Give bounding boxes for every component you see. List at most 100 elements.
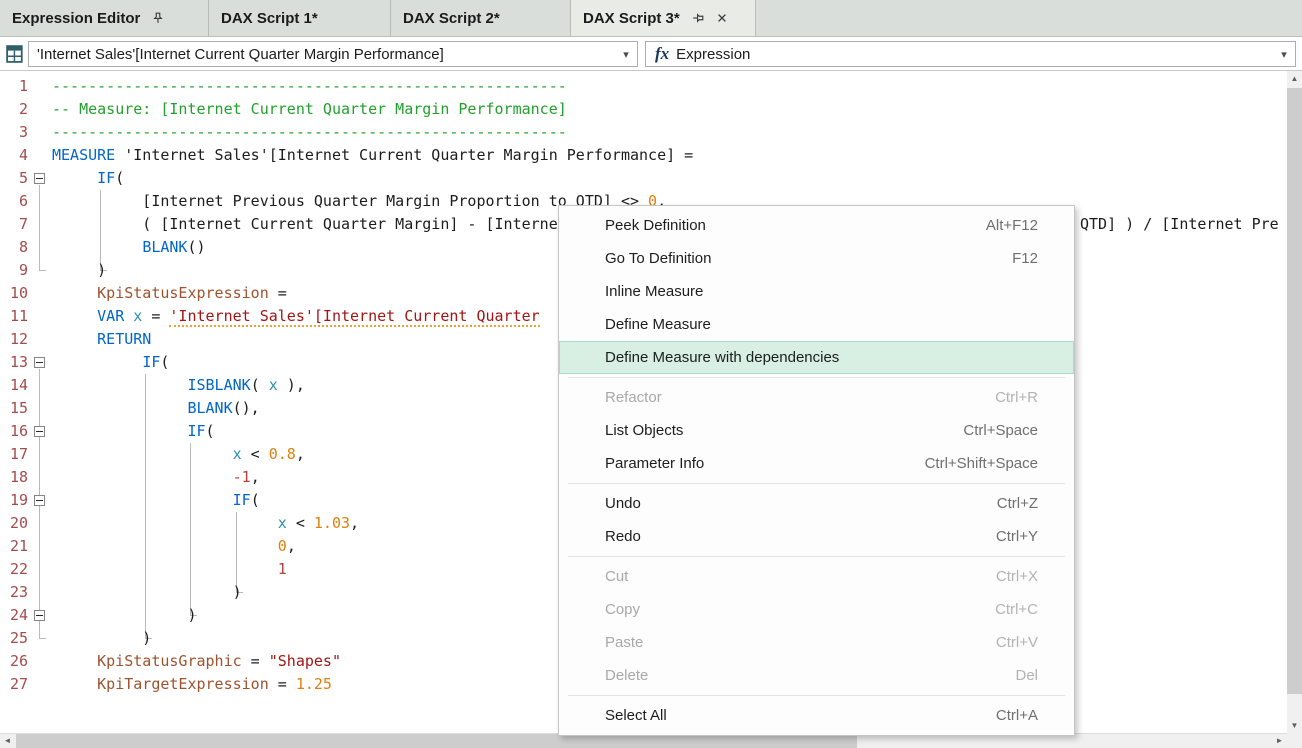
close-icon[interactable]: [716, 12, 728, 24]
menu-item-label: Define Measure: [605, 316, 711, 333]
line-number: 9: [0, 259, 31, 282]
code-text: [52, 284, 97, 302]
tab-label: DAX Script 1*: [221, 10, 318, 27]
menu-item-peek-definition[interactable]: Peek DefinitionAlt+F12: [559, 209, 1074, 242]
pin-icon[interactable]: [691, 11, 705, 25]
code-token-var: x: [133, 307, 142, 325]
dax-editor-window: Expression Editor DAX Script 1* DAX Script…: [0, 0, 1302, 748]
menu-item-parameter-info[interactable]: Parameter InfoCtrl+Shift+Space: [559, 447, 1074, 480]
code-text: <: [287, 514, 314, 532]
line-number: 17: [0, 443, 31, 466]
line-number: 2: [0, 98, 31, 121]
dropdown-arrow-icon[interactable]: ▾: [615, 48, 637, 61]
menu-item-shortcut: F12: [1012, 250, 1038, 267]
menu-separator: [568, 483, 1065, 484]
code-line-2[interactable]: -- Measure: [Internet Current Quarter Ma…: [52, 98, 693, 121]
property-selector[interactable]: fx Expression ▾: [645, 41, 1296, 67]
menu-item-paste: PasteCtrl+V: [559, 626, 1074, 659]
code-line-4[interactable]: MEASURE 'Internet Sales'[Internet Curren…: [52, 144, 693, 167]
scroll-up-button[interactable]: ▲: [1287, 71, 1302, 86]
code-text: QTD] ) / [Internet Pre: [1080, 215, 1279, 233]
vertical-scrollbar[interactable]: ▲ ▼: [1287, 71, 1302, 733]
fold-collapse-icon[interactable]: [34, 610, 45, 621]
menu-item-label: Parameter Info: [605, 455, 704, 472]
line-number: 26: [0, 650, 31, 673]
menu-item-go-to-definition[interactable]: Go To DefinitionF12: [559, 242, 1074, 275]
menu-item-label: List Objects: [605, 422, 683, 439]
code-overlay: QTD] ) / [Internet Pre: [1080, 213, 1279, 236]
menu-item-delete: DeleteDel: [559, 659, 1074, 692]
tab-dax-script-2[interactable]: DAX Script 2*: [391, 0, 571, 36]
tab-label: Expression Editor: [12, 10, 140, 27]
line-number: 4: [0, 144, 31, 167]
fold-collapse-icon[interactable]: [34, 357, 45, 368]
vertical-scrollbar-thumb[interactable]: [1287, 88, 1302, 694]
scroll-right-button[interactable]: ►: [1272, 734, 1287, 748]
menu-item-define-measure[interactable]: Define Measure: [559, 308, 1074, 341]
code-text: [52, 353, 142, 371]
code-token-str: "Shapes": [269, 652, 341, 670]
code-line-1[interactable]: ----------------------------------------…: [52, 75, 693, 98]
line-number: 11: [0, 305, 31, 328]
code-token-cm: -- Measure: [Internet Current Quarter Ma…: [52, 100, 567, 118]
code-line-5[interactable]: IF(: [52, 167, 693, 190]
code-token-cm: ----------------------------------------…: [52, 123, 567, 141]
fold-gutter-tick: [39, 638, 46, 639]
scroll-down-button[interactable]: ▼: [1287, 718, 1302, 733]
measure-selector[interactable]: 'Internet Sales'[Internet Current Quarte…: [28, 41, 638, 67]
tab-dax-script-3[interactable]: DAX Script 3*: [571, 0, 756, 36]
menu-item-label: Define Measure with dependencies: [605, 349, 839, 366]
pin-icon[interactable]: [151, 11, 165, 25]
menu-item-define-measure-with-dependencies[interactable]: Define Measure with dependencies: [559, 341, 1074, 374]
code-token-str: 'Internet Sales'[Internet Current Quarte…: [169, 307, 539, 327]
code-text: [52, 422, 187, 440]
menu-item-inline-measure[interactable]: Inline Measure: [559, 275, 1074, 308]
line-number: 20: [0, 512, 31, 535]
line-number: 19: [0, 489, 31, 512]
line-number: 6: [0, 190, 31, 213]
code-token-num: 0.8: [269, 445, 296, 463]
code-line-3[interactable]: ----------------------------------------…: [52, 121, 693, 144]
scroll-left-button[interactable]: ◄: [0, 734, 15, 748]
fold-collapse-icon[interactable]: [34, 426, 45, 437]
code-token-kw: ISBLANK: [187, 376, 250, 394]
tab-expression-editor[interactable]: Expression Editor: [0, 0, 209, 36]
menu-item-undo[interactable]: UndoCtrl+Z: [559, 487, 1074, 520]
menu-item-shortcut: Del: [1015, 667, 1038, 684]
menu-item-shortcut: Ctrl+C: [995, 601, 1038, 618]
line-number: 5: [0, 167, 31, 190]
fold-collapse-icon[interactable]: [34, 495, 45, 506]
menu-item-label: Redo: [605, 528, 641, 545]
code-text: (),: [233, 399, 260, 417]
tab-dax-script-1[interactable]: DAX Script 1*: [209, 0, 391, 36]
line-number: 13: [0, 351, 31, 374]
code-text: [52, 675, 97, 693]
code-token-rnum: 1: [278, 560, 287, 578]
tab-bar: Expression Editor DAX Script 1* DAX Script…: [0, 0, 1302, 37]
code-token-num: 0: [278, 537, 287, 555]
menu-item-select-all[interactable]: Select AllCtrl+A: [559, 699, 1074, 732]
line-number: 21: [0, 535, 31, 558]
code-token-prop: KpiStatusExpression: [97, 284, 269, 302]
code-token-var: x: [233, 445, 242, 463]
code-text: ,: [287, 537, 296, 555]
dropdown-arrow-icon[interactable]: ▾: [1273, 48, 1295, 61]
fold-collapse-icon[interactable]: [34, 173, 45, 184]
code-text: ): [52, 606, 197, 624]
code-text: ( [Internet Current Quarter Margin] - [I…: [52, 215, 567, 233]
scroll-right-icon: ►: [1276, 736, 1284, 745]
code-token-num: 1.03: [314, 514, 350, 532]
menu-item-redo[interactable]: RedoCtrl+Y: [559, 520, 1074, 553]
fold-gutter-line: [39, 185, 40, 270]
code-text: =: [142, 307, 169, 325]
line-number: 18: [0, 466, 31, 489]
menu-item-copy: CopyCtrl+C: [559, 593, 1074, 626]
menu-item-label: Select All: [605, 707, 667, 724]
line-number: 1: [0, 75, 31, 98]
horizontal-scrollbar-thumb[interactable]: [16, 734, 857, 748]
menu-item-list-objects[interactable]: List ObjectsCtrl+Space: [559, 414, 1074, 447]
code-text: (: [251, 491, 260, 509]
context-menu: Peek DefinitionAlt+F12Go To DefinitionF1…: [558, 205, 1075, 736]
menu-item-label: Inline Measure: [605, 283, 703, 300]
menu-item-cut: CutCtrl+X: [559, 560, 1074, 593]
